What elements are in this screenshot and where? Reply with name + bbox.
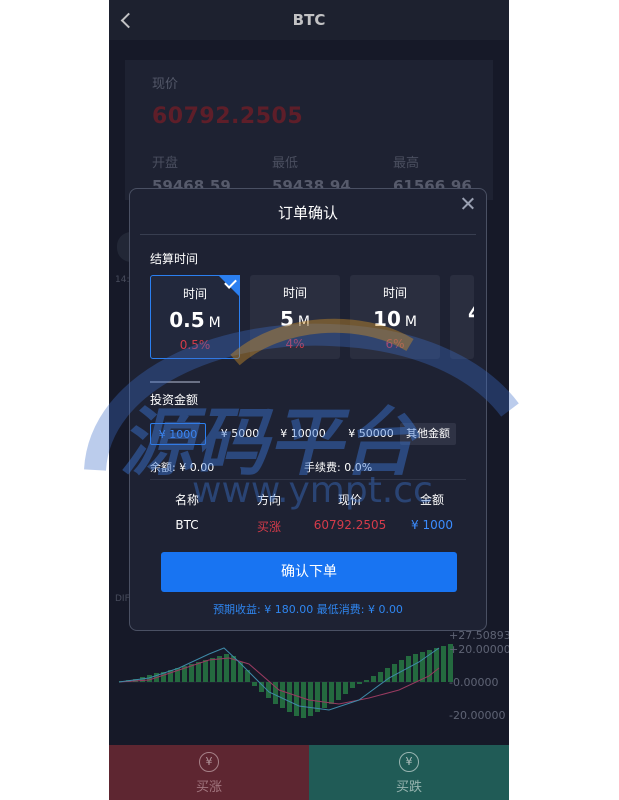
option-value: 10 M xyxy=(373,307,417,331)
table-header: 方向 xyxy=(256,493,281,507)
invest-amount-label: 投资金额 xyxy=(150,393,199,407)
divider xyxy=(140,234,476,235)
option-label: 时间 xyxy=(282,286,307,300)
option-value: 5M xyxy=(279,307,310,331)
amount-option[interactable]: ¥ 50000 xyxy=(340,423,402,445)
option-percent: 4% xyxy=(285,337,305,351)
divider xyxy=(150,381,200,383)
fee-text: 手续费: 0.0% xyxy=(304,461,373,474)
time-option[interactable]: 时间 10 M 6% xyxy=(350,275,440,359)
table-cell: BTC xyxy=(175,518,199,532)
divider xyxy=(150,479,466,480)
settle-time-label: 结算时间 xyxy=(150,252,199,266)
table-header: 名称 xyxy=(174,493,199,507)
table-cell: ¥ 1000 xyxy=(411,518,453,532)
amount-option[interactable]: ¥ 1000 xyxy=(150,423,206,445)
other-amount-button[interactable]: 其他金额 xyxy=(400,423,456,445)
time-option[interactable]: 时间 0.5 M 0.5% xyxy=(150,275,240,359)
balance-text: 余额: ¥ 0.00 xyxy=(150,461,215,474)
table-header: 金额 xyxy=(419,493,444,507)
option-percent: 0.5% xyxy=(179,338,211,352)
confirm-order-button[interactable]: 确认下单 xyxy=(161,552,457,592)
option-value: 4 xyxy=(450,301,474,325)
dialog-title: 订单确认 xyxy=(277,204,338,222)
option-percent: 6% xyxy=(385,337,405,351)
option-value: 0.5 M xyxy=(169,308,221,332)
option-label: 时间 xyxy=(382,286,407,300)
expected-profit-text: 预期收益: ¥ 180.00 最低消费: ¥ 0.00 xyxy=(213,603,403,616)
amount-option[interactable]: ¥ 10000 xyxy=(274,423,332,445)
time-option[interactable]: 4 xyxy=(450,275,474,359)
time-option[interactable]: 时间 5M 4% xyxy=(250,275,340,359)
app-screen: BTC 现价 60792.2505 开盘 59468.59 最低 59438.9… xyxy=(109,0,509,800)
close-icon[interactable] xyxy=(460,196,476,212)
table-cell: 买涨 xyxy=(256,520,281,534)
table-cell: 60792.2505 xyxy=(313,518,387,532)
amount-option[interactable]: ¥ 5000 xyxy=(216,423,264,445)
order-confirm-dialog: 订单确认 结算时间 时间 0.5 M 0.5% 时间 5M 4% 时间 10 M 6… xyxy=(129,188,487,631)
table-header: 现价 xyxy=(337,493,362,507)
